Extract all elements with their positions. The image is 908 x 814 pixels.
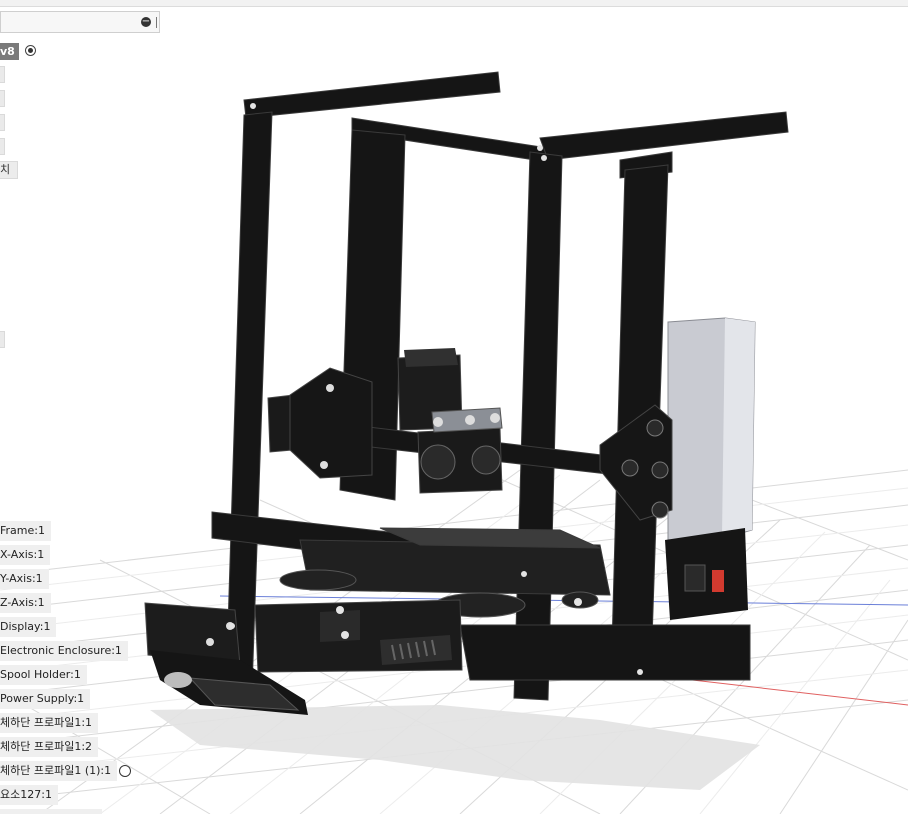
power-supply [665, 317, 756, 620]
component-element-127[interactable]: 요소127:1 [0, 785, 58, 805]
browser-next-row-stub[interactable] [0, 809, 102, 814]
model-shadow [150, 705, 760, 790]
top-toolbar-edge [0, 0, 908, 7]
collapse-icon[interactable]: − [141, 17, 151, 27]
browser-node-stub[interactable] [0, 66, 5, 83]
component-spool-holder[interactable]: Spool Holder:1 [0, 665, 87, 685]
component-frame[interactable]: Frame:1 [0, 521, 51, 541]
browser-node-stub[interactable] [0, 138, 5, 155]
component-y-axis[interactable]: Y-Axis:1 [0, 569, 49, 589]
version-badge: v8 [0, 43, 19, 60]
component-profile-2[interactable]: 체하단 프로파일1:2 [0, 737, 99, 757]
browser-node-stub[interactable] [0, 114, 5, 131]
component-electronic-enclosure[interactable]: Electronic Enclosure:1 [0, 641, 128, 661]
browser-node-stub[interactable] [0, 331, 5, 348]
active-version-radio-icon[interactable] [25, 45, 36, 56]
electronics-enclosure [254, 599, 463, 673]
3d-viewport[interactable] [0, 7, 908, 814]
component-profile-1-copy[interactable]: 체하단 프로파일1 (1):1 [0, 761, 118, 781]
component-profile-1[interactable]: 체하단 프로파일1:1 [0, 713, 99, 733]
browser-node-stub[interactable] [0, 90, 5, 107]
visibility-toggle-icon[interactable] [119, 765, 131, 777]
component-z-axis[interactable]: Z-Axis:1 [0, 593, 51, 613]
component-x-axis[interactable]: X-Axis:1 [0, 545, 51, 565]
browser-search-field[interactable]: − [0, 11, 160, 33]
panel-divider [156, 17, 157, 28]
component-display[interactable]: Display:1 [0, 617, 57, 637]
z-carriage-right [599, 404, 673, 521]
viewport-canvas[interactable] [0, 7, 908, 814]
browser-node-truncated[interactable]: 치 [0, 161, 18, 179]
component-power-supply[interactable]: Power Supply:1 [0, 689, 91, 709]
